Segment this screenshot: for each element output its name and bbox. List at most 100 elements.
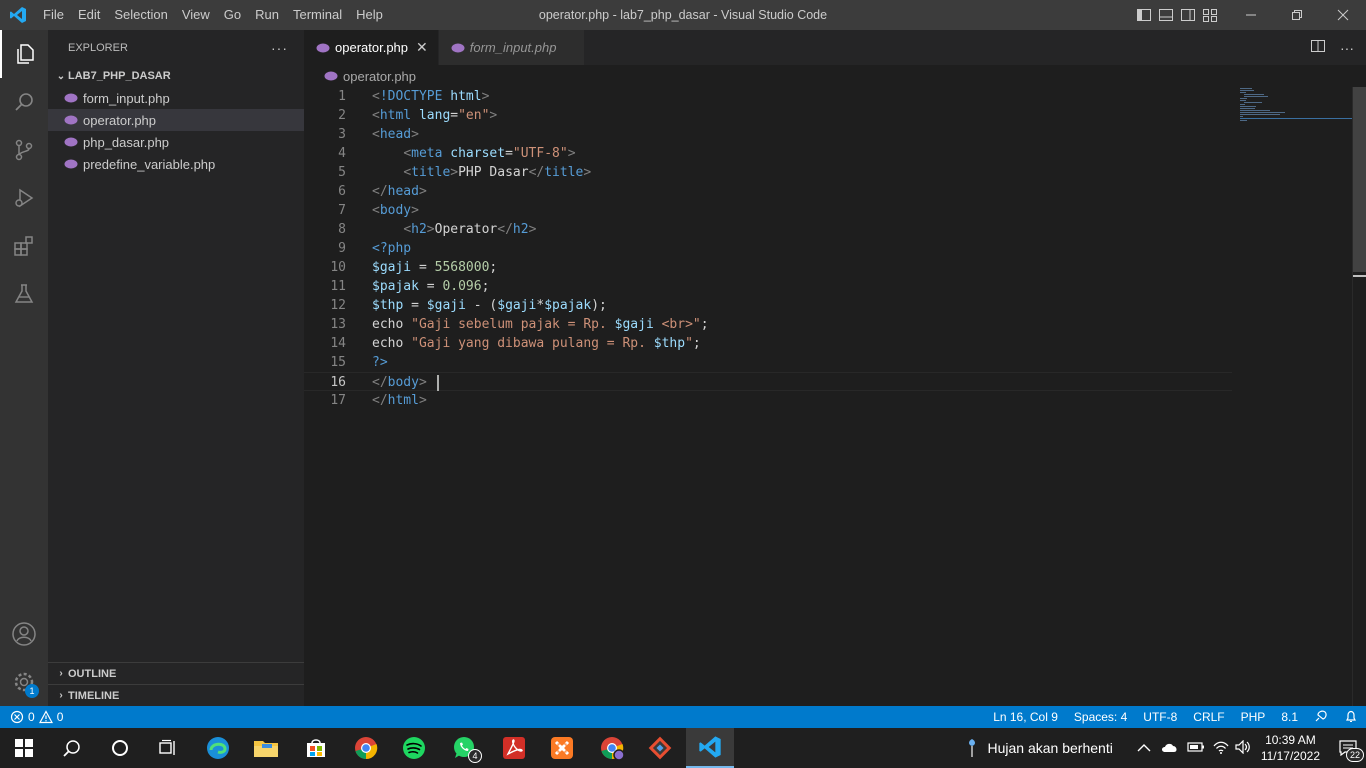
settings-badge: 1 [25, 684, 39, 698]
error-icon [10, 710, 24, 724]
line-number: 12 [330, 298, 346, 313]
line-number: 8 [338, 222, 346, 237]
encoding[interactable]: UTF-8 [1143, 710, 1177, 724]
toggle-panel-icon[interactable] [1158, 7, 1174, 23]
chrome-profile-icon[interactable] [588, 728, 636, 768]
chrome-icon[interactable] [342, 728, 390, 768]
source-control-icon[interactable] [0, 126, 48, 174]
task-view-icon[interactable] [144, 728, 192, 768]
edge-browser-icon[interactable] [194, 728, 242, 768]
problems-indicator[interactable]: 0 0 [0, 710, 63, 724]
window-controls [1228, 0, 1366, 30]
editor-scrollbar[interactable] [1352, 87, 1366, 706]
code-line: 17 </html> [304, 391, 1232, 410]
cortana-icon[interactable] [96, 728, 144, 768]
indentation[interactable]: Spaces: 4 [1074, 710, 1127, 724]
scrollbar-thumb[interactable] [1353, 87, 1366, 272]
menu-view[interactable]: View [175, 0, 217, 30]
code-line: 1 <!DOCTYPE html> [304, 87, 1232, 106]
code-line: 13 echo "Gaji sebelum pajak = Rp. $gaji <… [304, 315, 1232, 334]
file-explorer-icon[interactable] [242, 728, 290, 768]
restore-icon[interactable] [1274, 0, 1320, 30]
end-of-line[interactable]: CRLF [1193, 710, 1224, 724]
timeline-section[interactable]: › TIMELINE [48, 684, 304, 706]
line-number: 10 [330, 260, 346, 275]
php-file-icon [451, 43, 465, 52]
git-gui-icon[interactable] [636, 728, 684, 768]
close-tab-icon[interactable]: ✕ [416, 39, 428, 56]
activity-bar: 1 [0, 30, 48, 706]
minimap[interactable] [1240, 87, 1352, 127]
line-number: 16 [330, 375, 346, 390]
toggle-primary-sidebar-icon[interactable] [1136, 7, 1152, 23]
notification-center-icon[interactable]: 22 [1330, 728, 1366, 768]
menu-selection[interactable]: Selection [107, 0, 174, 30]
line-number: 14 [330, 336, 346, 351]
php-file-icon [64, 137, 78, 147]
split-editor-icon[interactable] [1310, 38, 1326, 57]
minimize-icon[interactable] [1228, 0, 1274, 30]
extensions-icon[interactable] [0, 222, 48, 270]
cursor-position[interactable]: Ln 16, Col 9 [993, 710, 1058, 724]
menu-terminal[interactable]: Terminal [286, 0, 349, 30]
explorer-icon[interactable] [0, 30, 48, 78]
search-icon[interactable] [0, 78, 48, 126]
breadcrumb-file[interactable]: operator.php [343, 69, 416, 84]
outline-section[interactable]: › OUTLINE [48, 662, 304, 684]
menu-help[interactable]: Help [349, 0, 390, 30]
weather-text[interactable]: Hujan akan berhenti [988, 740, 1113, 756]
manage-gear-icon[interactable]: 1 [0, 658, 48, 706]
spotify-icon[interactable] [390, 728, 438, 768]
menu-go[interactable]: Go [217, 0, 248, 30]
title-bar: File Edit Selection View Go Run Terminal… [0, 0, 1366, 30]
menu-bar: File Edit Selection View Go Run Terminal… [36, 0, 390, 30]
workspace-folder[interactable]: ⌄ LAB7_PHP_DASAR [48, 65, 304, 87]
search-icon[interactable] [48, 728, 96, 768]
file-item-php-dasar[interactable]: php_dasar.php [48, 131, 304, 153]
xampp-icon[interactable] [538, 728, 586, 768]
customize-layout-icon[interactable] [1202, 7, 1218, 23]
windows-start-icon[interactable] [0, 728, 48, 768]
feedback-icon[interactable] [1314, 709, 1328, 726]
acrobat-reader-icon[interactable] [490, 728, 538, 768]
file-label: operator.php [83, 112, 157, 128]
file-item-form-input[interactable]: form_input.php [48, 87, 304, 109]
tab-label: form_input.php [469, 40, 557, 55]
menu-edit[interactable]: Edit [71, 0, 107, 30]
menu-file[interactable]: File [36, 0, 71, 30]
text-cursor [436, 374, 439, 391]
more-actions-icon[interactable]: ··· [271, 40, 288, 56]
onedrive-cloud-icon[interactable] [1161, 740, 1179, 756]
close-icon[interactable] [1320, 0, 1366, 30]
line-number: 4 [338, 146, 346, 161]
weather-icon[interactable] [966, 735, 978, 762]
notifications-bell-icon[interactable] [1344, 709, 1358, 726]
battery-icon[interactable] [1187, 740, 1205, 756]
code-line: 8 <h2>Operator</h2> [304, 220, 1232, 239]
system-tray: Hujan akan berhenti 10:39 AM 11/17/2022 … [966, 728, 1366, 768]
volume-icon[interactable] [1235, 739, 1251, 757]
more-actions-icon[interactable]: ··· [1340, 40, 1354, 56]
testing-flask-icon[interactable] [0, 270, 48, 318]
toggle-secondary-sidebar-icon[interactable] [1180, 7, 1196, 23]
menu-run[interactable]: Run [248, 0, 286, 30]
run-debug-icon[interactable] [0, 174, 48, 222]
code-line: 4 <meta charset="UTF-8"> [304, 144, 1232, 163]
tab-form-input[interactable]: form_input.php [438, 30, 586, 65]
clock[interactable]: 10:39 AM 11/17/2022 [1261, 732, 1320, 764]
code-editor[interactable]: 1 <!DOCTYPE html> 2 <html lang="en"> 3 <hea… [304, 87, 1352, 706]
file-item-operator[interactable]: operator.php [48, 109, 304, 131]
chevron-up-icon[interactable] [1137, 740, 1151, 756]
microsoft-store-icon[interactable] [292, 728, 340, 768]
cursor-position-marker [1353, 275, 1366, 277]
whatsapp-icon[interactable]: 4 [440, 728, 488, 768]
line-number: 9 [338, 241, 346, 256]
wifi-icon[interactable] [1213, 740, 1229, 757]
file-item-predefine-variable[interactable]: predefine_variable.php [48, 153, 304, 175]
tab-operator[interactable]: operator.php ✕ [304, 30, 439, 65]
vscode-taskbar-icon[interactable] [686, 728, 734, 768]
language-mode[interactable]: PHP [1241, 710, 1266, 724]
accounts-icon[interactable] [0, 610, 48, 658]
code-line: 12 $thp = $gaji - ($gaji*$pajak); [304, 296, 1232, 315]
php-version[interactable]: 8.1 [1281, 710, 1298, 724]
